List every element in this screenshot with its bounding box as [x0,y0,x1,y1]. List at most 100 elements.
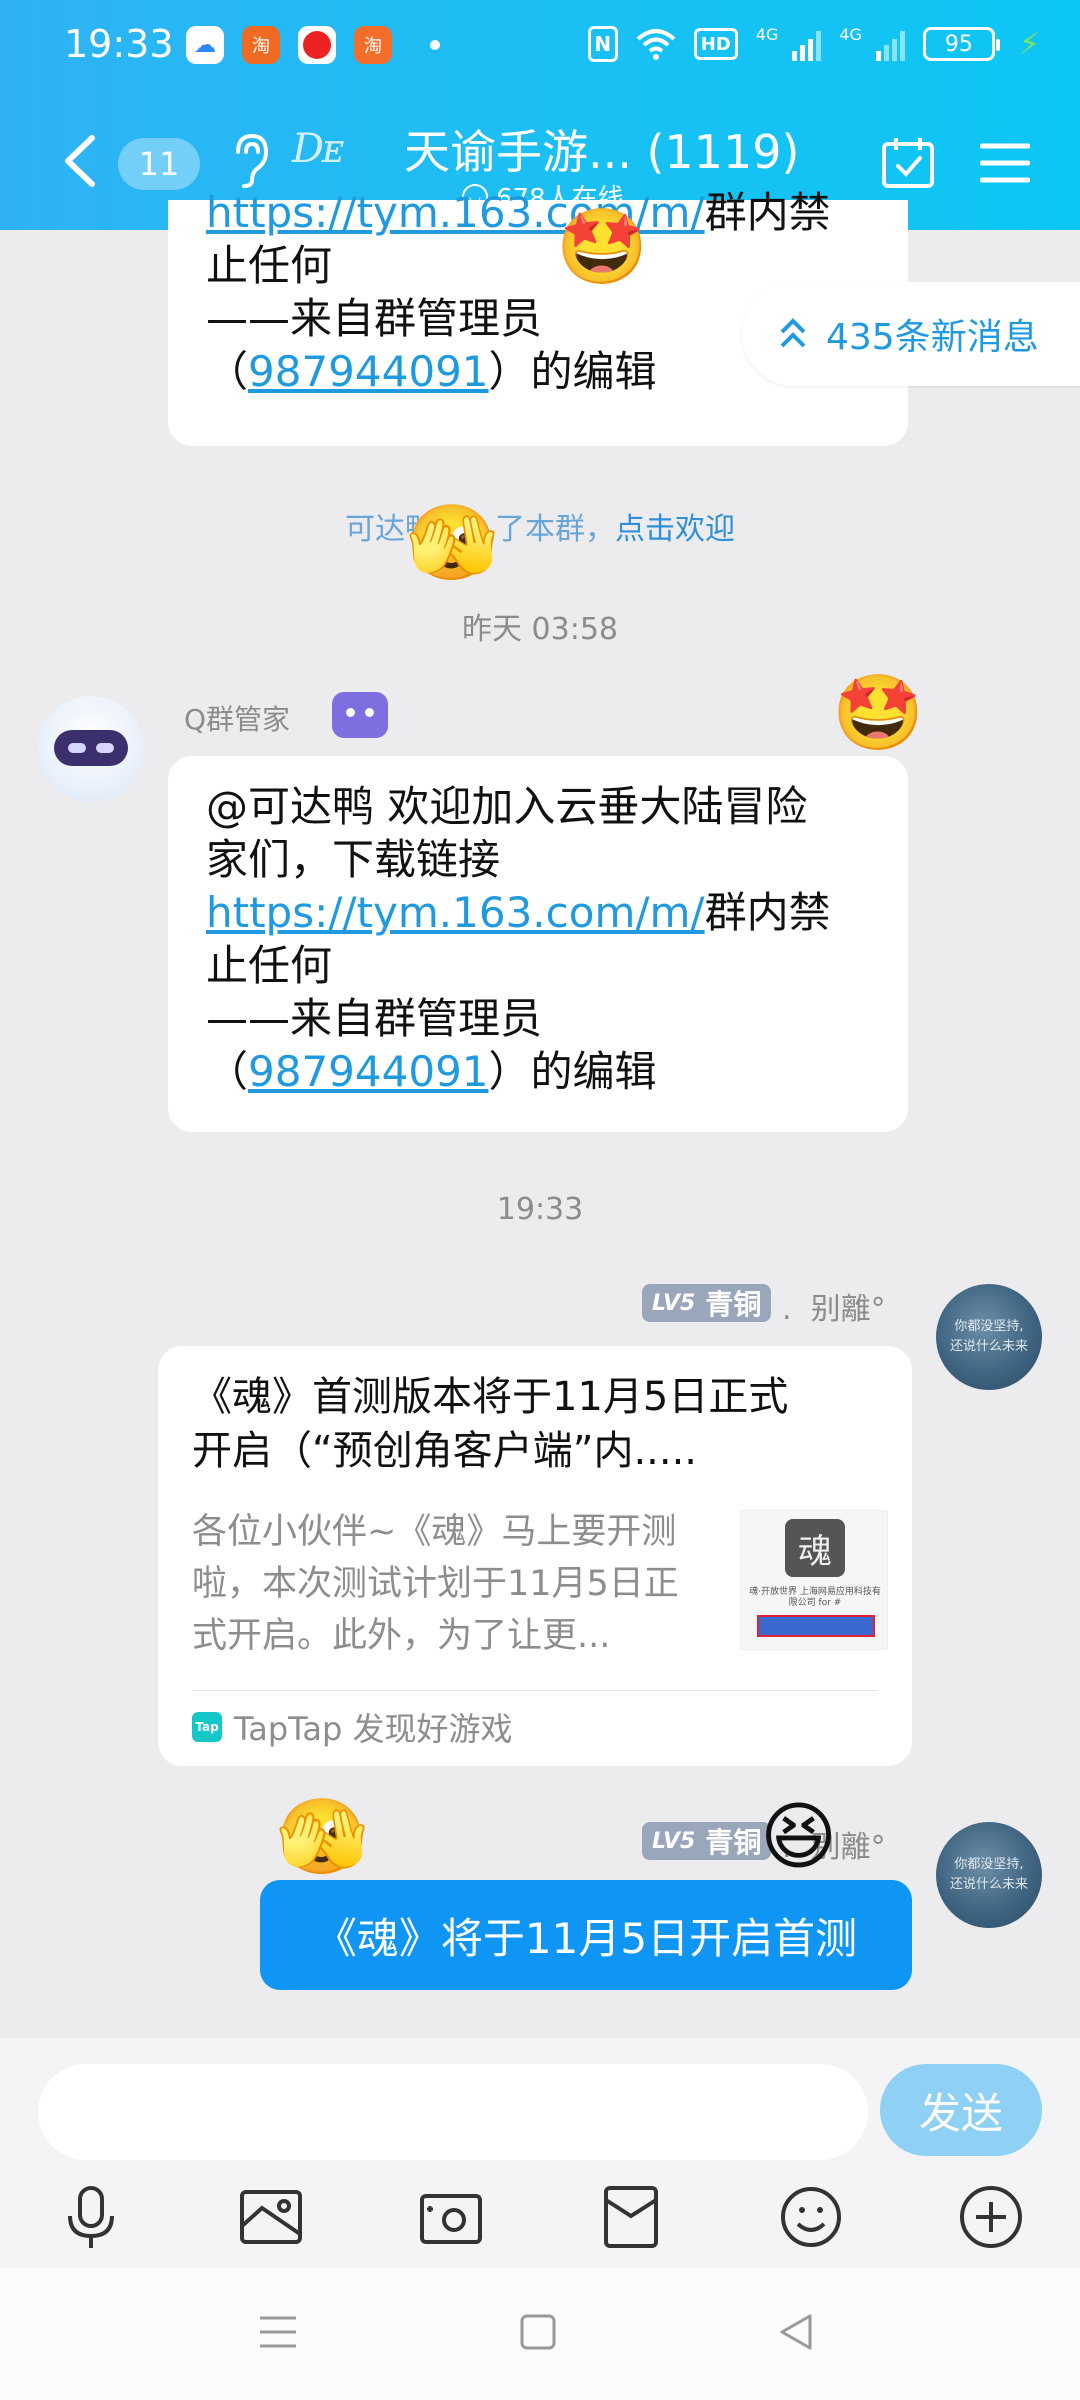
system-nav-bar [0,2268,1080,2400]
welcome-link[interactable]: 点击欢迎 [615,512,735,547]
card-desc-line: 各位小伙伴~《魂》马上要开测 [192,1512,677,1552]
level-title: 青铜 [705,1826,762,1859]
level-badge: LV5 青铜 [642,1822,772,1860]
wifi-icon [636,24,676,64]
sender-name: Q群管家 [184,703,291,736]
share-card[interactable]: 《魂》首测版本将于11月5日正式 开启（“预创角客户端”内..... 各位小伙伴… [158,1346,912,1766]
message-text: 止任何 [206,941,333,990]
new-messages-button[interactable]: 435条新消息 [742,282,1080,386]
more-notifications-dot [430,40,440,50]
input-toolbar [0,2178,1080,2258]
emoji-icon[interactable] [776,2182,846,2252]
bot-face [54,730,128,766]
qq-number-link[interactable]: 987944091 [248,347,489,396]
new-messages-label: 435条新消息 [826,317,1039,358]
card-divider [192,1690,878,1691]
level-badge: LV5 青铜 [642,1284,772,1322]
level-title: 青铜 [705,1288,762,1321]
network-type-2: 4G [839,24,862,44]
message-text: （ [206,1047,249,1096]
group-logo-icon: Dᴇ [292,126,344,172]
message-text: ——来自群管理员 [206,294,543,343]
image-icon[interactable] [236,2182,306,2252]
avatar-caption: 还说什么未来 [949,1339,1028,1354]
red-packet-icon[interactable] [596,2182,666,2252]
message-text: ——来自群管理员 [206,994,543,1043]
card-desc-line: 啦，本次测试计划于11月5日正 [192,1564,679,1604]
bot-message-bubble[interactable]: @可达鸭 欢迎加入云垂大陆冒险 家们，下载链接 https://tym.163.… [168,756,908,1132]
bot-avatar[interactable] [38,696,144,802]
earpiece-mode-icon[interactable] [228,130,272,190]
thumbnail-button [757,1615,875,1637]
back-arrow-icon[interactable] [52,130,108,192]
card-description: 各位小伙伴~《魂》马上要开测 啦，本次测试计划于11月5日正 式开启。此外，为了… [192,1506,722,1662]
sender-name-text: 别離° [810,1292,886,1327]
emoji-sticker-icon: 🫣 [406,500,499,586]
status-bar: 19:33 ☁ 淘 淘 N HD 4G 4G 95 ⚡ [0,0,1080,96]
group-checkin-icon[interactable] [880,134,936,190]
baidu-netdisk-icon: ☁ [186,26,224,64]
timestamp: 昨天 03:58 [462,612,618,647]
video-app-icon [298,26,336,64]
bot-eye [96,743,114,753]
double-chevron-up-icon [780,318,806,348]
taptap-icon: Tap [192,1712,222,1742]
charging-icon: ⚡ [1018,26,1040,62]
emoji-sticker-icon: 🤩 [556,204,649,290]
signal-icon-2 [875,27,905,61]
avatar-caption: 你都没坚持, [954,1857,1024,1872]
card-source: Tap TapTap 发现好游戏 [192,1704,513,1750]
user-avatar[interactable]: 你都没坚持, 还说什么未来 [936,1284,1042,1390]
message-text: 止任何 [206,241,333,290]
level-text: LV5 [652,1290,696,1316]
input-area: 发送 [0,2038,1080,2268]
recents-icon[interactable] [258,2312,298,2352]
battery-level: 95 [944,31,973,57]
status-notification-icons: ☁ 淘 淘 [186,26,440,64]
card-source-label: TapTap 发现好游戏 [234,1710,513,1748]
join-notice: 可达鸭加入了本群，点击欢迎 [0,504,1080,548]
message-input[interactable] [38,2064,868,2160]
battery-icon: 95 [922,27,1000,61]
game-logo-icon: 魂 [785,1519,845,1577]
name-separator: . [782,1292,792,1327]
emoji-sticker-icon: 🤩 [832,670,925,756]
message-text: 群内禁 [704,188,831,237]
card-desc-line: 式开启。此外，为了让更... [192,1616,611,1656]
message-text: 群内禁 [704,888,831,937]
message-link[interactable]: https://tym.163.com/m/ [206,888,705,937]
nfc-icon: N [587,26,618,62]
message-text: 家们，下载链接 [206,835,501,884]
message-text: ）的编辑 [488,347,657,396]
user-avatar[interactable]: 你都没坚持, 还说什么未来 [936,1822,1042,1928]
bot-eye [68,743,86,753]
my-message-bubble[interactable]: 《魂》将于11月5日开启首测 [260,1880,912,1990]
camera-icon[interactable] [416,2182,486,2252]
robot-badge-icon [332,692,388,738]
back-icon[interactable] [776,2312,816,2352]
menu-icon[interactable] [980,142,1030,184]
qq-number-link[interactable]: 987944091 [248,1047,489,1096]
level-text: LV5 [652,1828,696,1854]
card-thumbnail: 魂 魂·开放世界 上海网易应用科技有限公司 for # [740,1510,888,1650]
emoji-sticker-icon: 🫣 [276,1794,369,1880]
network-type-1: 4G [755,24,779,44]
avatar-caption: 还说什么未来 [949,1877,1028,1892]
timestamp: 19:33 [496,1192,584,1227]
message-text: @可达鸭 欢迎加入云垂大陆冒险 [206,782,808,831]
card-title-line: 《魂》首测版本将于11月5日正式 [192,1374,789,1420]
status-time: 19:33 [64,22,174,66]
sender-name: . 别離° [782,1284,886,1328]
unread-count-badge[interactable]: 11 [118,138,200,190]
avatar-caption: 你都没坚持, [954,1319,1024,1334]
mic-icon[interactable] [56,2182,126,2252]
status-right: N HD 4G 4G 95 ⚡ [587,24,1040,64]
send-button[interactable]: 发送 [880,2064,1042,2156]
plus-icon[interactable] [956,2182,1026,2252]
signal-icon-1 [792,27,822,61]
message-text: （ [206,347,249,396]
hd-voice-icon: HD [693,28,738,60]
group-title[interactable]: 天谕手游... (1119) [404,116,799,182]
home-icon[interactable] [518,2312,558,2352]
message-text: ）的编辑 [488,1047,657,1096]
